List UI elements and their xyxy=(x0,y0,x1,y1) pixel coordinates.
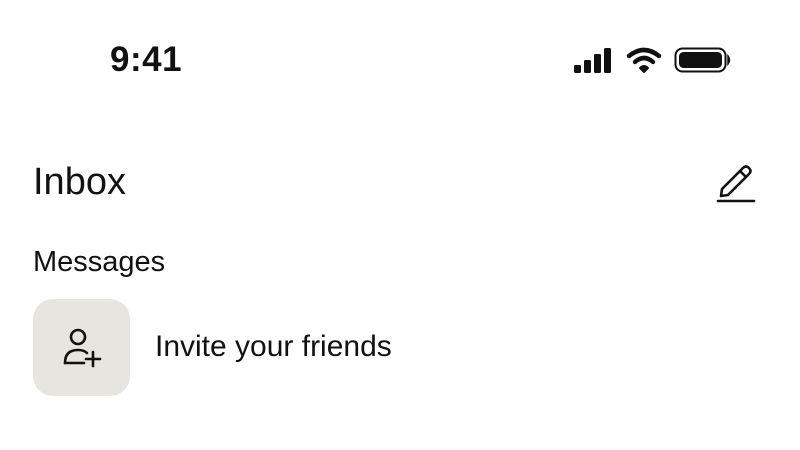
invite-avatar-tile xyxy=(33,298,130,396)
invite-friends-row[interactable]: Invite your friends xyxy=(33,298,767,396)
add-person-icon xyxy=(63,328,101,368)
pencil-icon xyxy=(716,165,756,203)
page-title: Inbox xyxy=(33,161,126,203)
signal-icon xyxy=(574,48,611,73)
status-time: 9:41 xyxy=(110,40,183,79)
compose-button[interactable] xyxy=(712,158,758,204)
status-icons xyxy=(572,45,732,75)
battery-icon xyxy=(674,47,731,73)
wifi-icon xyxy=(626,47,662,73)
inbox-screen: 9:41 Inbox Messages Invite your friends xyxy=(0,0,800,450)
invite-friends-label: Invite your friends xyxy=(155,330,392,363)
messages-section-label: Messages xyxy=(33,246,166,278)
